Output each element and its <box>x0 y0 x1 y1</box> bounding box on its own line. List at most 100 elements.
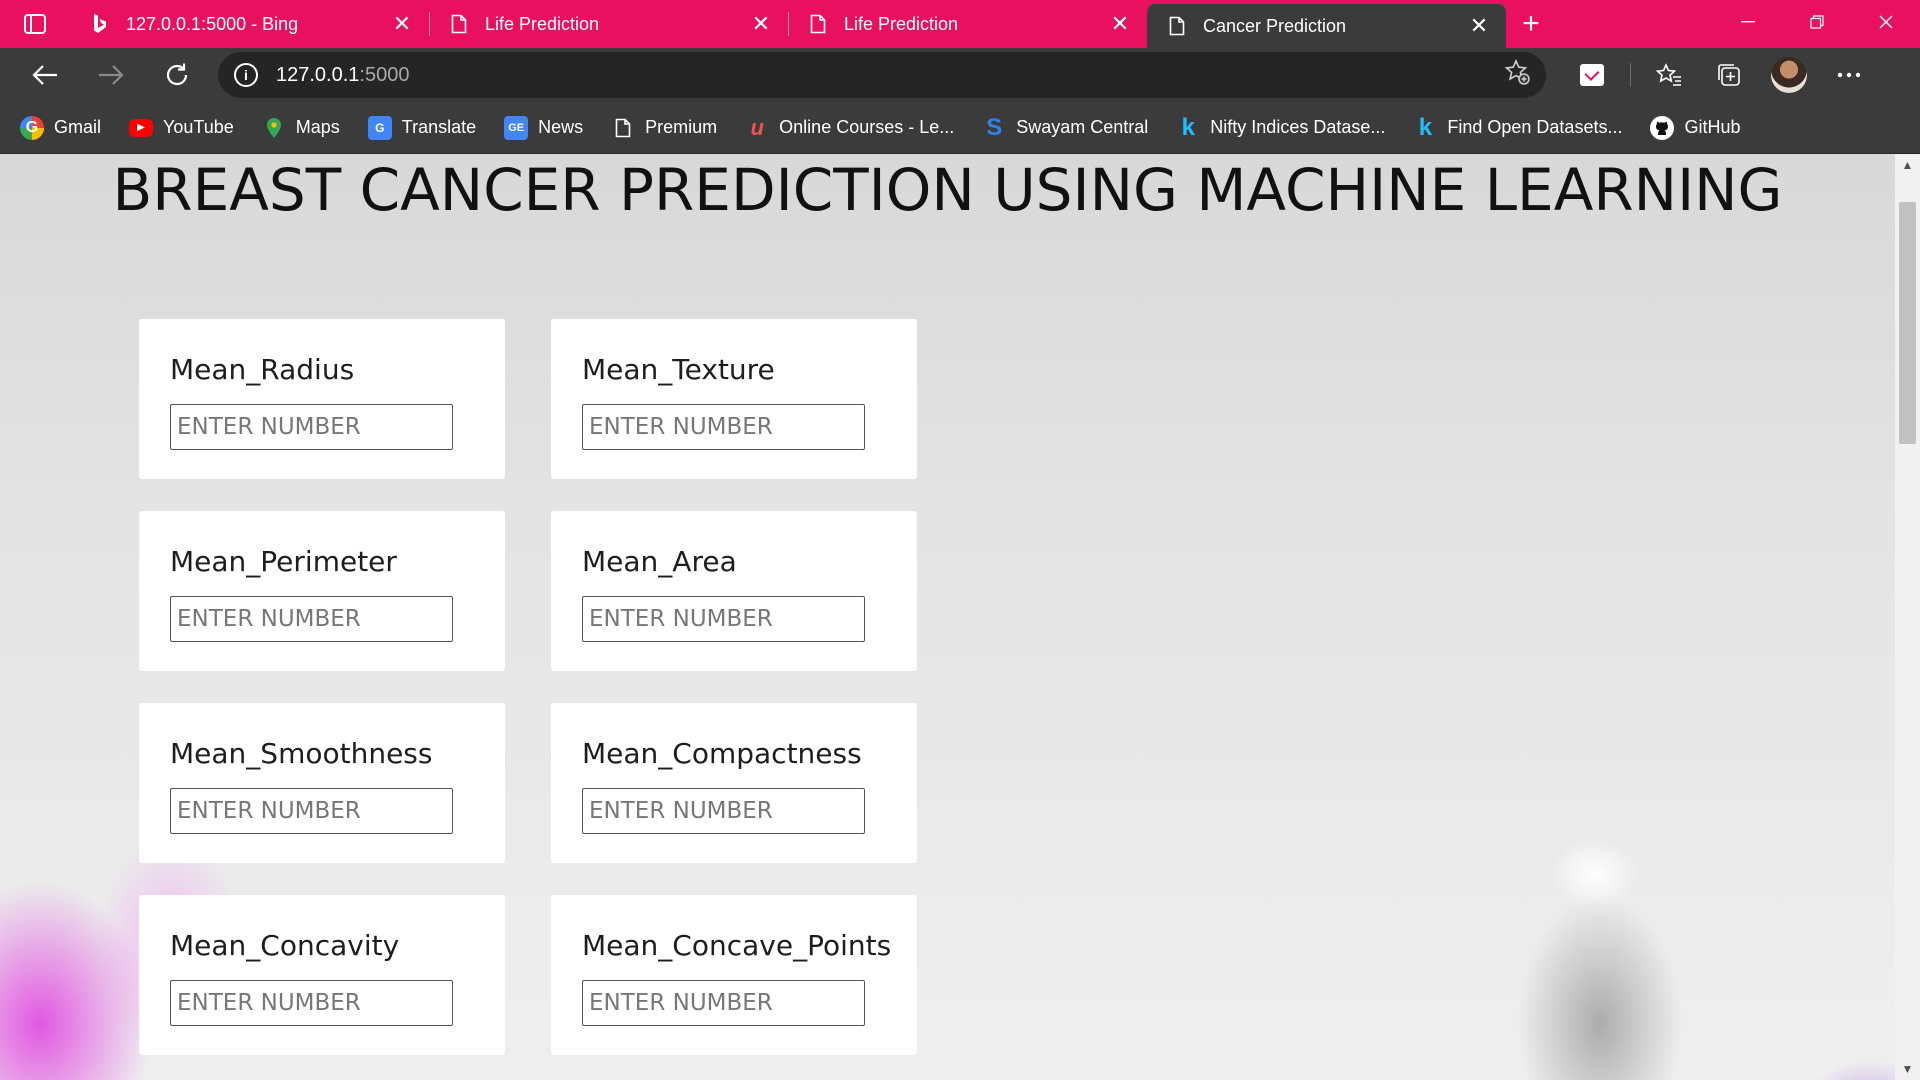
mean-radius-input[interactable] <box>170 404 453 450</box>
bookmark-label: Translate <box>401 117 477 137</box>
tab-close-icon[interactable]: ✕ <box>391 13 413 35</box>
toolbar-icons <box>1562 53 1879 97</box>
new-tab-button[interactable]: + <box>1506 0 1556 48</box>
field-label: Mean_Radius <box>170 353 355 386</box>
mean-texture-input[interactable] <box>582 404 865 450</box>
forward-button[interactable] <box>78 53 144 97</box>
tab-title: Cancer Prediction <box>1203 15 1347 36</box>
add-favorite-icon[interactable] <box>1504 59 1530 91</box>
field-card-mean-area: Mean_Area <box>551 511 917 671</box>
field-card-mean-concave-points: Mean_Concave_Points <box>551 895 917 1055</box>
bookmark-label: Gmail <box>54 117 102 137</box>
news-icon: GE <box>504 115 529 140</box>
translate-icon: G <box>367 115 392 140</box>
field-label: Mean_Compactness <box>582 737 862 770</box>
bing-icon <box>90 13 110 35</box>
mean-concavity-input[interactable] <box>170 980 453 1026</box>
field-label: Mean_Concavity <box>170 929 400 962</box>
bookmark-label: Nifty Indices Datase... <box>1210 117 1386 137</box>
favorites-button[interactable] <box>1639 53 1699 97</box>
more-dots-icon <box>1837 72 1861 78</box>
tab-close-icon[interactable]: ✕ <box>1468 15 1490 37</box>
page-title: BREAST CANCER PREDICTION USING MACHINE L… <box>112 156 1783 224</box>
tab-close-icon[interactable]: ✕ <box>750 13 772 35</box>
pocket-icon <box>1580 64 1604 86</box>
bookmark-swayam[interactable]: S Swayam Central <box>982 113 1149 141</box>
mean-perimeter-input[interactable] <box>170 596 453 642</box>
tab-strip: 127.0.0.1:5000 - Bing ✕ Life Prediction … <box>0 0 1920 48</box>
collections-icon <box>1718 64 1740 86</box>
bookmark-github[interactable]: GitHub <box>1650 115 1741 140</box>
arrow-left-icon <box>32 65 57 85</box>
scrollbar-thumb[interactable] <box>1899 202 1916 444</box>
refresh-button[interactable] <box>144 53 210 97</box>
minimize-icon[interactable] <box>1713 0 1782 44</box>
field-label: Mean_Texture <box>582 353 775 386</box>
url-host: 127.0.0.1 <box>276 63 360 86</box>
field-card-mean-concavity: Mean_Concavity <box>139 895 505 1055</box>
address-toolbar: i 127.0.0.1 :5000 <box>0 48 1920 102</box>
page-viewport: BREAST CANCER PREDICTION USING MACHINE L… <box>0 154 1920 1080</box>
collections-button[interactable] <box>1699 53 1759 97</box>
restore-icon[interactable] <box>1782 0 1851 44</box>
bookmark-label: GitHub <box>1684 117 1741 137</box>
youtube-icon: ▶ <box>129 118 154 137</box>
mean-compactness-input[interactable] <box>582 788 865 834</box>
tab-bing[interactable]: 127.0.0.1:5000 - Bing ✕ <box>70 0 429 48</box>
bookmark-label: Premium <box>645 117 718 137</box>
browser-chrome: 127.0.0.1:5000 - Bing ✕ Life Prediction … <box>0 0 1920 154</box>
url-port: :5000 <box>359 63 410 86</box>
bookmark-open-datasets[interactable]: k Find Open Datasets... <box>1413 114 1623 141</box>
avatar <box>1771 57 1807 93</box>
settings-menu-button[interactable] <box>1819 53 1879 97</box>
tab-life-prediction-2[interactable]: Life Prediction ✕ <box>788 0 1147 48</box>
mean-area-input[interactable] <box>582 596 865 642</box>
close-window-icon[interactable] <box>1851 0 1920 44</box>
bookmark-label: News <box>538 117 584 137</box>
kaggle-icon: k <box>1181 113 1195 141</box>
bookmark-translate[interactable]: G Translate <box>367 115 477 140</box>
bookmark-online-courses[interactable]: u Online Courses - Le... <box>745 115 955 140</box>
github-icon <box>1650 115 1675 140</box>
back-button[interactable] <box>12 53 78 97</box>
mean-concave-points-input[interactable] <box>582 980 865 1026</box>
tab-actions-icon[interactable] <box>0 0 70 48</box>
bookmarks-bar: G Gmail ▶ YouTube Maps G Translate GE Ne… <box>0 102 1920 154</box>
page-scrollbar[interactable]: ▲ ▼ <box>1895 154 1920 1080</box>
bookmark-gmail[interactable]: G Gmail <box>20 115 102 140</box>
field-card-mean-smoothness: Mean_Smoothness <box>139 703 505 863</box>
mean-smoothness-input[interactable] <box>170 788 453 834</box>
refresh-icon <box>166 63 188 86</box>
maps-pin-icon <box>262 116 286 140</box>
bookmark-news[interactable]: GE News <box>504 115 584 140</box>
address-bar[interactable]: i 127.0.0.1 :5000 <box>218 52 1546 98</box>
bookmark-maps[interactable]: Maps <box>262 116 340 140</box>
tab-close-icon[interactable]: ✕ <box>1109 13 1131 35</box>
profile-button[interactable] <box>1759 53 1819 97</box>
field-label: Mean_Concave_Points <box>582 929 892 962</box>
tab-title: Life Prediction <box>844 13 959 34</box>
bookmark-nifty[interactable]: k Nifty Indices Datase... <box>1176 113 1386 141</box>
arrow-right-icon <box>99 65 124 85</box>
field-label: Mean_Perimeter <box>170 545 397 578</box>
page-icon <box>449 13 469 35</box>
bookmark-youtube[interactable]: ▶ YouTube <box>129 117 234 138</box>
window-controls <box>1713 0 1920 44</box>
scroll-up-icon[interactable]: ▲ <box>1895 154 1920 176</box>
bookmark-label: Find Open Datasets... <box>1447 117 1623 137</box>
bookmark-label: Maps <box>295 117 340 137</box>
bookmark-label: Swayam Central <box>1016 117 1149 137</box>
page-icon <box>1167 15 1187 37</box>
bookmark-premium[interactable]: Premium <box>611 116 717 140</box>
swayam-icon: S <box>986 113 1003 141</box>
scroll-down-icon[interactable]: ▼ <box>1895 1058 1920 1080</box>
tab-title: 127.0.0.1:5000 - Bing <box>126 13 299 34</box>
field-card-mean-perimeter: Mean_Perimeter <box>139 511 505 671</box>
tab-cancer-prediction[interactable]: Cancer Prediction ✕ <box>1147 4 1506 48</box>
tab-life-prediction-1[interactable]: Life Prediction ✕ <box>429 0 788 48</box>
site-info-icon[interactable]: i <box>234 63 258 87</box>
bookmark-label: Online Courses - Le... <box>779 117 955 137</box>
bookmark-label: YouTube <box>163 117 234 137</box>
pocket-extension-button[interactable] <box>1562 53 1622 97</box>
page-icon <box>808 13 828 35</box>
